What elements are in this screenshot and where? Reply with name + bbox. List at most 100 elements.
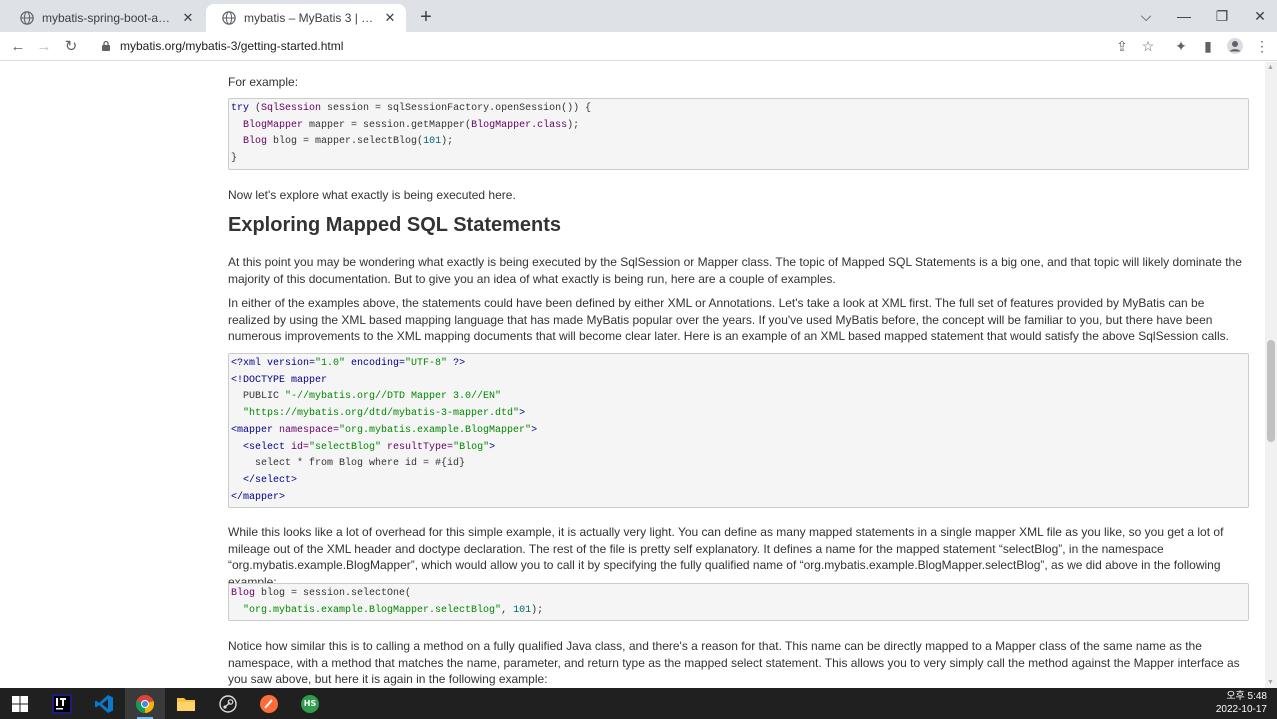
file-explorer-icon[interactable] [166,688,206,719]
code-block-java-2: Blog blog = session.selectOne( "org.myba… [228,583,1249,621]
tab-title: mybatis – MyBatis 3 | Getting started [244,11,376,25]
code-token: blog = session.selectOne( [255,588,412,599]
code-token: "https://mybatis.org/dtd/mybatis-3-mappe… [243,408,520,420]
code-token: ); [567,119,580,131]
clock-time: 오후 5:48 [1226,691,1267,702]
star-icon[interactable]: ☆ [1138,36,1158,56]
back-icon[interactable]: ← [7,35,29,57]
code-token: <?xml version= [231,358,316,369]
code-token: blog = mapper.selectBlog( [267,136,424,148]
code-token: "Blog" [453,441,490,453]
page-viewport: For example: try (SqlSession session = s… [0,62,1265,688]
code-token: try [231,103,250,114]
code-token: ); [441,136,454,148]
code-token: mapper = session.getMapper( [303,119,472,131]
code-token: "1.0" [315,358,346,369]
code-token: </mapper> [231,491,286,503]
scroll-up-icon[interactable]: ▲ [1267,64,1274,71]
hs-app-label: HS [303,699,317,708]
tab-mybatis-getting-started[interactable]: mybatis – MyBatis 3 | Getting started ✕ [206,4,406,32]
code-token: <select [231,441,286,453]
paragraph-3: While this looks like a lot of overhead … [228,525,1224,589]
code-token: , [501,604,514,616]
intellij-icon[interactable] [42,688,82,719]
code-token: "org.mybatis.example.BlogMapper.selectBl… [243,604,502,616]
scroll-down-icon[interactable]: ▼ [1267,679,1274,686]
postman-icon[interactable] [249,688,289,719]
tab-strip: mybatis-spring-boot-autoconfigure ✕ myba… [0,0,1277,32]
close-window-icon[interactable]: ✕ [1241,0,1277,32]
code-token: ); [531,604,544,616]
code-token: resultType= [381,441,454,453]
windows-start-icon[interactable] [0,688,40,719]
share-icon[interactable]: ⇪ [1112,36,1132,56]
close-tab-icon[interactable]: ✕ [180,10,196,26]
code-token: Blog [231,588,256,599]
code-token: BlogMapper.class [471,119,568,131]
address-text: mybatis.org/mybatis-3/getting-started.ht… [120,39,344,53]
code-token: 101 [423,136,442,148]
code-token: BlogMapper [243,119,304,131]
close-tab-icon[interactable]: ✕ [382,10,398,26]
hs-app-icon[interactable]: HS [290,688,330,719]
code-token: PUBLIC [231,391,286,403]
address-bar[interactable]: mybatis.org/mybatis-3/getting-started.ht… [92,35,1162,57]
code-token: "UTF-8" [405,358,448,369]
extensions-icon[interactable]: ✦ [1171,36,1191,56]
steam-icon[interactable] [208,688,248,719]
tab-mybatis-spring-boot[interactable]: mybatis-spring-boot-autoconfigure ✕ [4,4,204,32]
section-heading: Exploring Mapped SQL Statements [228,214,562,236]
code-token: id= [285,441,310,453]
paragraph-4: Notice how similar this is to calling a … [228,639,1240,686]
code-token: <!DOCTYPE mapper [231,374,328,386]
code-token: select * from Blog where id = #{id} [231,458,466,470]
tab-title: mybatis-spring-boot-autoconfigure [42,11,174,25]
code-token: ( [249,103,262,114]
browser-toolbar: ← → ↻ mybatis.org/mybatis-3/getting-star… [0,32,1277,61]
code-block-xml: <?xml version="1.0" encoding="UTF-8" ?> … [228,353,1249,508]
tab-search-icon[interactable]: ⌵ [1127,0,1165,32]
forward-icon[interactable]: → [33,35,55,57]
windows-taskbar: HS 오후 5:48 2022-10-17 [0,688,1277,719]
profile-icon[interactable] [1225,36,1245,56]
code-token: <mapper [231,424,274,436]
globe-icon [222,11,236,25]
code-token: session = sqlSessionFactory.openSession(… [321,103,592,114]
system-clock[interactable]: 오후 5:48 2022-10-17 [1216,690,1267,716]
scrollbar-thumb[interactable] [1267,340,1275,442]
code-token: "org.mybatis.example.BlogMapper" [339,424,532,436]
explore-line: Now let's explore what exactly is being … [228,188,516,202]
minimize-icon[interactable]: — [1165,0,1203,32]
menu-icon[interactable]: ⋮ [1252,36,1272,56]
paragraph-1: At this point you may be wondering what … [228,255,1242,286]
code-block-java-1: try (SqlSession session = sqlSessionFact… [228,98,1249,170]
code-token: Blog [243,136,268,148]
clock-date: 2022-10-17 [1215,704,1267,715]
vscode-icon[interactable] [84,688,124,719]
code-token: SqlSession [261,103,322,114]
globe-icon [20,11,34,25]
code-token: } [231,153,238,165]
code-token: namespace= [273,424,340,436]
chrome-icon[interactable] [125,688,165,719]
code-token: > [519,408,526,420]
restore-icon[interactable]: ❐ [1203,0,1241,32]
lock-icon [102,40,110,51]
new-tab-button[interactable]: + [414,5,438,29]
page-scrollbar[interactable]: ▲ ▼ [1265,62,1277,688]
code-token: "-//mybatis.org//DTD Mapper 3.0//EN" [285,391,502,403]
code-token: </select> [231,474,298,486]
code-token: encoding= [345,358,406,369]
paragraph-2: In either of the examples above, the sta… [228,296,1229,343]
code-token: ?> [447,358,466,369]
sidepanel-icon[interactable]: ▮ [1198,36,1218,56]
code-token: > [531,424,538,436]
reload-icon[interactable]: ↻ [60,35,82,57]
intro-label: For example: [228,75,299,89]
code-token: "selectBlog" [309,441,382,453]
code-token: > [489,441,496,453]
